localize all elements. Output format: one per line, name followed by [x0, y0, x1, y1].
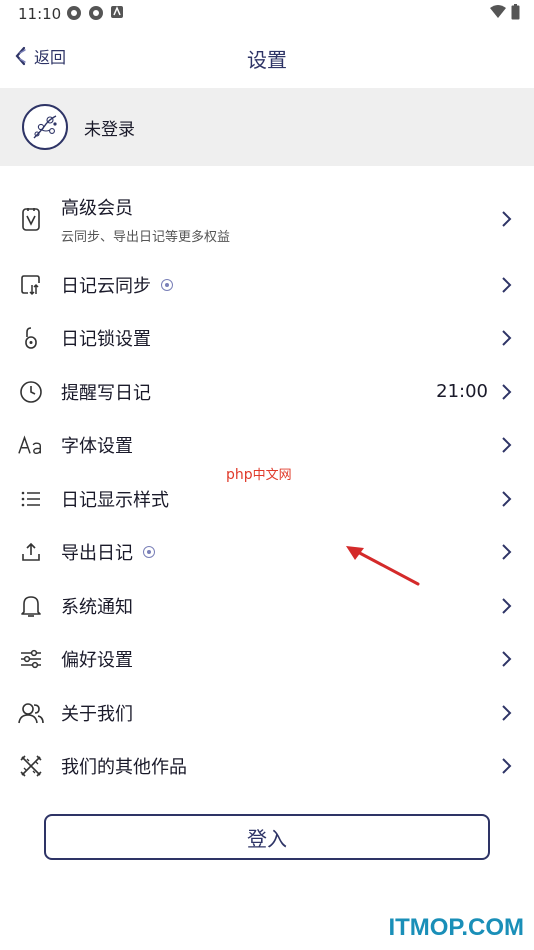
nav-bar: 返回 设置 — [0, 30, 534, 88]
menu-label: 日记显示样式 — [61, 489, 169, 511]
menu-item-reminder[interactable]: 提醒写日记 21:00 — [0, 365, 534, 419]
menu-label: 日记锁设置 — [61, 329, 151, 351]
chevron-right-icon — [502, 544, 512, 560]
menu-item-other-apps[interactable]: 我们的其他作品 — [0, 740, 534, 794]
users-icon — [18, 700, 44, 726]
chevron-right-icon — [502, 758, 512, 774]
page-title: 设置 — [247, 48, 287, 72]
menu-label: 日记云同步 — [61, 275, 151, 297]
chevron-right-icon — [502, 437, 512, 453]
menu-label: 我们的其他作品 — [61, 757, 187, 779]
tools-icon — [18, 753, 44, 779]
plum-blossom-icon — [33, 115, 57, 139]
lock-icon — [18, 325, 44, 351]
chevron-right-icon — [502, 211, 512, 227]
annotation-arrow-icon — [346, 546, 420, 586]
menu-item-cloud-sync[interactable]: 日记云同步 — [0, 258, 534, 312]
menu-label: 系统通知 — [61, 596, 133, 618]
wifi-icon — [490, 5, 506, 18]
chevron-right-icon — [502, 598, 512, 614]
account-name: 未登录 — [84, 119, 135, 140]
menu-label: 字体设置 — [61, 436, 133, 458]
cloud-sync-icon — [18, 272, 44, 298]
php-watermark: php中文网 — [226, 467, 292, 483]
itmop-watermark: ITMOP.COM — [388, 914, 524, 941]
export-icon — [18, 539, 44, 565]
chevron-right-icon — [502, 491, 512, 507]
menu-label: 提醒写日记 — [61, 382, 151, 404]
clock-icon — [18, 379, 44, 405]
menu-label: 导出日记 — [61, 543, 133, 565]
reminder-time-value: 21:00 — [436, 381, 488, 403]
account-section[interactable]: 未登录 — [0, 88, 534, 166]
membership-icon — [18, 206, 44, 232]
chevron-right-icon — [502, 384, 512, 400]
new-badge-icon — [143, 546, 155, 559]
menu-item-notifications[interactable]: 系统通知 — [0, 579, 534, 633]
chevron-right-icon — [502, 277, 512, 293]
settings-menu: 高级会员 云同步、导出日记等更多权益 日记云同步 日记锁设置 提醒写日记 21:… — [0, 180, 534, 793]
list-icon — [18, 486, 44, 512]
menu-item-membership[interactable]: 高级会员 云同步、导出日记等更多权益 — [0, 180, 534, 258]
menu-item-about[interactable]: 关于我们 — [0, 686, 534, 740]
chevron-right-icon — [502, 330, 512, 346]
battery-icon — [511, 4, 520, 20]
menu-label: 偏好设置 — [61, 650, 133, 672]
app-notification-icon — [67, 6, 81, 20]
chevron-right-icon — [502, 705, 512, 721]
app-notification-icon — [111, 6, 123, 18]
chevron-right-icon — [502, 651, 512, 667]
new-badge-icon — [161, 278, 173, 291]
menu-label: 高级会员 — [61, 197, 133, 219]
font-icon — [18, 432, 44, 458]
avatar — [22, 104, 68, 150]
menu-item-lock[interactable]: 日记锁设置 — [0, 312, 534, 366]
login-button[interactable]: 登入 — [44, 814, 490, 860]
menu-item-export[interactable]: 导出日记 — [0, 526, 534, 580]
status-bar: 11:10 — [0, 0, 534, 30]
menu-item-preferences[interactable]: 偏好设置 — [0, 633, 534, 687]
bell-icon — [18, 593, 44, 619]
app-notification-icon — [89, 6, 103, 20]
sliders-icon — [18, 646, 44, 672]
menu-sublabel: 云同步、导出日记等更多权益 — [61, 229, 231, 245]
menu-label: 关于我们 — [61, 703, 133, 725]
status-time: 11:10 — [18, 5, 62, 23]
